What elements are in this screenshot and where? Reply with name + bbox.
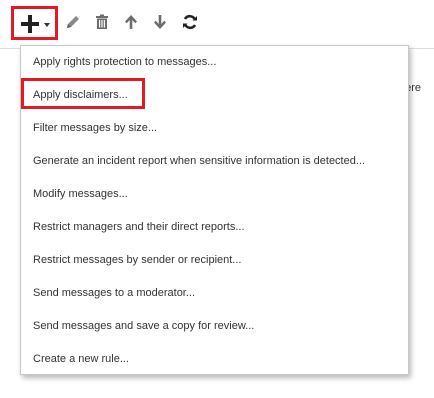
menu-item-apply-disclaimers[interactable]: Apply disclaimers... [21, 79, 408, 112]
menu-item-send-to-moderator[interactable]: Send messages to a moderator... [21, 277, 408, 310]
menu-item-restrict-managers[interactable]: Restrict managers and their direct repor… [21, 211, 408, 244]
new-rule-dropdown-menu: Apply rights protection to messages... A… [20, 45, 409, 375]
toolbar [0, 0, 434, 48]
plus-icon [21, 15, 39, 33]
menu-item-create-new-rule[interactable]: Create a new rule... [21, 343, 408, 376]
chevron-down-icon [44, 23, 50, 27]
menu-item-generate-incident-report[interactable]: Generate an incident report when sensiti… [21, 145, 408, 178]
menu-item-send-and-save-copy[interactable]: Send messages and save a copy for review… [21, 310, 408, 343]
trash-icon[interactable] [93, 13, 111, 31]
refresh-icon[interactable] [181, 13, 199, 31]
menu-item-restrict-sender-recipient[interactable]: Restrict messages by sender or recipient… [21, 244, 408, 277]
add-rule-button[interactable] [11, 6, 58, 40]
pencil-icon[interactable] [64, 13, 82, 31]
menu-item-apply-rights-protection[interactable]: Apply rights protection to messages... [21, 46, 408, 79]
menu-item-modify-messages[interactable]: Modify messages... [21, 178, 408, 211]
menu-item-filter-by-size[interactable]: Filter messages by size... [21, 112, 408, 145]
arrow-up-icon[interactable] [122, 13, 140, 31]
arrow-down-icon[interactable] [151, 13, 169, 31]
page: here Apply rights protection to messages… [0, 0, 434, 398]
